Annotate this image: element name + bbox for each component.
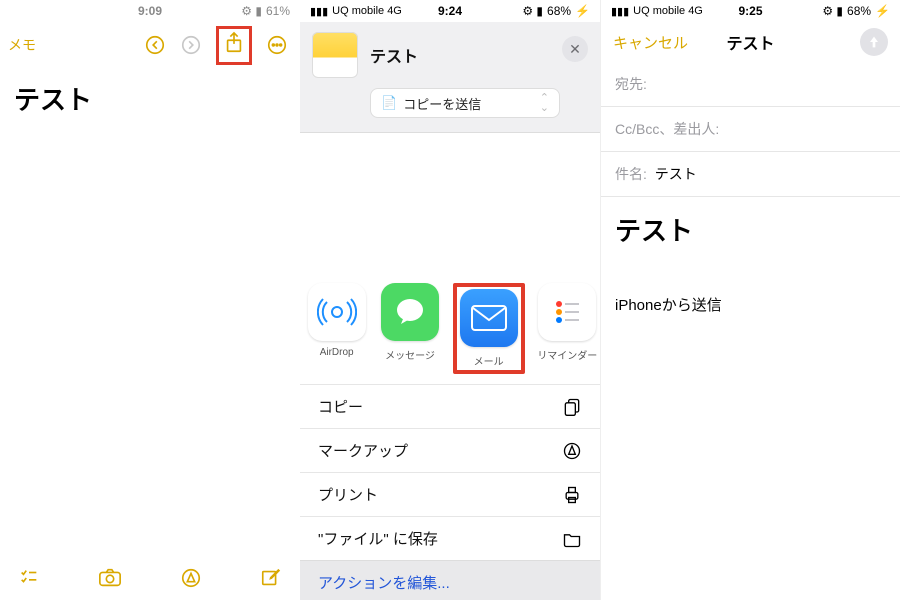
share-app-messages[interactable]: メッセージ — [379, 283, 440, 374]
subject-value: テスト — [655, 166, 697, 182]
subject-field[interactable]: 件名: テスト — [601, 152, 900, 197]
action-copy[interactable]: コピー — [300, 384, 600, 428]
draw-icon[interactable] — [180, 567, 202, 589]
share-sheet-title: テスト — [370, 43, 418, 67]
subject-label: 件名: — [615, 166, 647, 182]
status-bar: ▮▮▮ UQ mobile 4G 9:25 ⚙ ▮ 68% ⚡ — [601, 0, 900, 22]
checklist-icon[interactable] — [18, 567, 40, 589]
share-sheet-header: テスト ✕ 📄 コピーを送信 ⌃⌄ — [300, 22, 600, 133]
action-markup[interactable]: マークアップ — [300, 428, 600, 472]
camera-icon[interactable] — [98, 567, 122, 589]
mail-body[interactable]: テスト iPhoneから送信 — [601, 197, 900, 329]
folder-icon — [562, 529, 582, 549]
highlight-share-button — [216, 26, 252, 65]
status-time: 9:09 — [138, 4, 162, 18]
status-bar: ▮▮▮ UQ mobile 4G 9:24 ⚙ ▮ 68% ⚡ — [300, 0, 600, 22]
body-title: テスト — [615, 211, 886, 248]
print-icon — [562, 485, 582, 505]
to-field[interactable]: 宛先: — [601, 62, 900, 107]
action-save-to-files[interactable]: "ファイル" に保存 — [300, 516, 600, 560]
to-label: 宛先: — [615, 76, 647, 92]
cc-label: Cc/Bcc、差出人: — [615, 121, 719, 137]
more-icon[interactable] — [266, 34, 288, 56]
undo-icon[interactable] — [144, 34, 166, 56]
signature-text: iPhoneから送信 — [615, 294, 886, 315]
status-battery: 68% — [847, 4, 871, 18]
status-carrier: UQ mobile 4G — [332, 5, 402, 17]
send-button[interactable] — [860, 28, 888, 56]
note-thumbnail-icon — [312, 32, 358, 78]
status-battery: 68% — [547, 4, 571, 18]
highlight-mail-app: メール — [453, 283, 525, 374]
compose-title: テスト — [726, 30, 774, 54]
note-title[interactable]: テスト — [0, 62, 300, 135]
app-label: メール — [459, 353, 519, 368]
share-app-row: AirDrop メッセージ メール リマイ — [300, 283, 600, 384]
status-battery: 61% — [266, 4, 290, 18]
action-label: プリント — [318, 484, 378, 505]
copy-icon — [562, 397, 582, 417]
markup-icon — [562, 441, 582, 461]
status-time: 9:25 — [738, 4, 762, 18]
send-copy-dropdown[interactable]: 📄 コピーを送信 ⌃⌄ — [370, 88, 560, 118]
status-carrier: UQ mobile 4G — [633, 5, 703, 17]
status-bar: 9:09 ⚙ ▮ 61% — [0, 0, 300, 22]
share-icon[interactable] — [223, 31, 245, 55]
redo-icon — [180, 34, 202, 56]
edit-actions-label: アクションを編集... — [318, 572, 450, 593]
share-app-mail[interactable]: メール — [459, 289, 519, 368]
edit-actions-button[interactable]: アクションを編集... — [300, 560, 600, 600]
action-print[interactable]: プリント — [300, 472, 600, 516]
action-label: マークアップ — [318, 440, 408, 461]
close-icon[interactable]: ✕ — [562, 36, 588, 62]
action-label: "ファイル" に保存 — [318, 528, 438, 549]
status-time: 9:24 — [438, 4, 462, 18]
app-label: リマインダー — [537, 347, 598, 362]
cc-bcc-field[interactable]: Cc/Bcc、差出人: — [601, 107, 900, 152]
cancel-button[interactable]: キャンセル — [613, 32, 688, 53]
app-label: メッセージ — [379, 347, 440, 362]
action-label: コピー — [318, 396, 363, 417]
back-button[interactable]: メモ — [8, 35, 36, 55]
share-app-reminders[interactable]: リマインダー — [537, 283, 598, 374]
share-app-airdrop[interactable]: AirDrop — [306, 283, 367, 374]
dropdown-label: コピーを送信 — [403, 94, 481, 113]
compose-icon[interactable] — [260, 567, 282, 589]
app-label: AirDrop — [306, 347, 367, 358]
chevron-updown-icon: ⌃⌄ — [540, 93, 549, 113]
